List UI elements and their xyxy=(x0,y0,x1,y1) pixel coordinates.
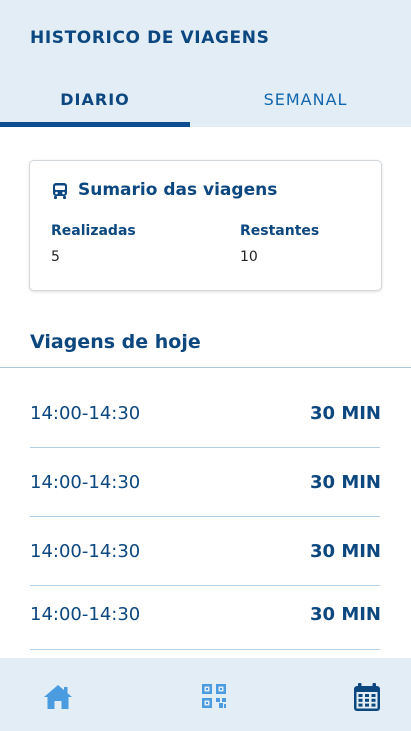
bus-icon xyxy=(53,183,67,199)
list-divider xyxy=(30,516,380,517)
list-item[interactable]: 14:00-14:30 30 MIN xyxy=(0,472,411,512)
active-tab-indicator xyxy=(0,122,190,127)
home-icon[interactable] xyxy=(42,682,74,712)
trip-time: 14:00-14:30 xyxy=(30,472,141,493)
list-divider xyxy=(30,447,380,448)
section-divider xyxy=(0,367,411,368)
calendar-icon[interactable] xyxy=(351,682,383,712)
completed-value: 5 xyxy=(51,249,60,265)
trip-time: 14:00-14:30 xyxy=(30,604,141,625)
remaining-value: 10 xyxy=(240,249,258,265)
trip-duration: 30 MIN xyxy=(310,541,381,562)
page-title: HISTORICO DE VIAGENS xyxy=(30,28,270,48)
tab-semanal[interactable]: SEMANAL xyxy=(200,90,411,112)
qr-code-icon[interactable] xyxy=(198,682,230,712)
trip-summary-card: Sumario das viagens Realizadas 5 Restant… xyxy=(29,160,382,291)
trip-duration: 30 MIN xyxy=(310,604,381,625)
today-trips-title: Viagens de hoje xyxy=(30,331,201,353)
completed-label: Realizadas xyxy=(51,223,136,239)
tab-diario[interactable]: DIARIO xyxy=(0,90,190,112)
list-divider xyxy=(30,585,380,586)
list-item[interactable]: 14:00-14:30 30 MIN xyxy=(0,403,411,443)
trip-duration: 30 MIN xyxy=(310,472,381,493)
trip-duration: 30 MIN xyxy=(310,403,381,424)
summary-title: Sumario das viagens xyxy=(78,180,278,200)
trip-time: 14:00-14:30 xyxy=(30,403,141,424)
app-header: HISTORICO DE VIAGENS DIARIO SEMANAL xyxy=(0,0,411,127)
list-divider xyxy=(30,649,380,650)
list-item[interactable]: 14:00-14:30 30 MIN xyxy=(0,541,411,581)
trip-time: 14:00-14:30 xyxy=(30,541,141,562)
bottom-nav xyxy=(0,658,411,731)
remaining-label: Restantes xyxy=(240,223,320,239)
list-item[interactable]: 14:00-14:30 30 MIN xyxy=(0,604,411,644)
